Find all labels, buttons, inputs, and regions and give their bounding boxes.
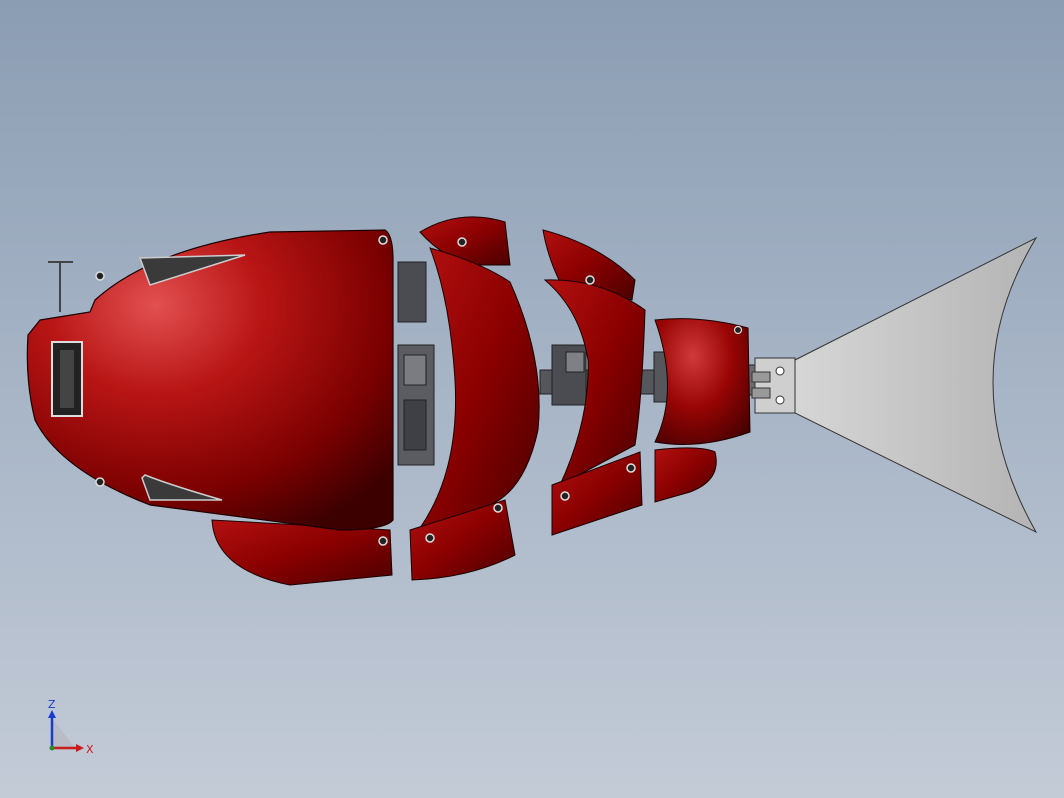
head-window-inner [60,350,74,408]
body-segment-2 [418,247,540,529]
tail-fin [794,236,1038,534]
x-arrow-head [76,744,84,752]
graphics-viewport[interactable]: Z X [0,0,1064,798]
z-arrow-head [48,710,56,718]
body-segment-4 [654,318,751,445]
triad-plane [52,718,75,748]
robot-fish-model[interactable] [0,0,1064,798]
tail-bracket [751,357,796,414]
body-segment-4-bottom [654,447,717,503]
x-axis-label: X [86,743,94,756]
triad-origin [49,745,55,751]
bottom-fin [211,519,393,586]
antenna [48,261,73,312]
segment-4-bolt [733,325,743,335]
axis-triad: Z X [48,698,94,756]
z-axis-label: Z [48,698,56,711]
